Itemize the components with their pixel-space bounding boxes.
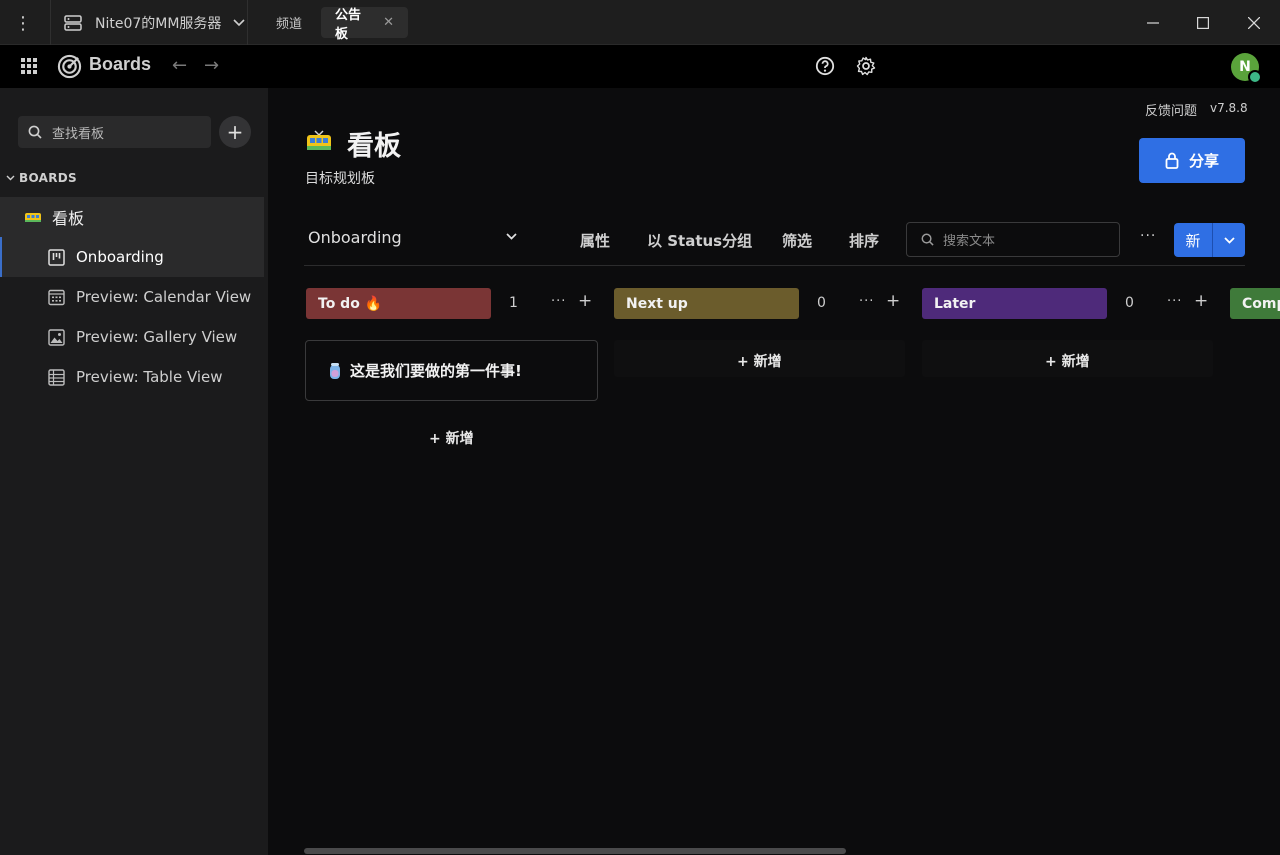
sidebar: 查找看板 + BOARDS 看板 Onboarding Preview: Cal… <box>0 88 268 855</box>
boards-heading-label: BOARDS <box>19 171 77 185</box>
column-header-later[interactable]: Later <box>922 288 1107 319</box>
column-add-icon[interactable]: + <box>578 291 592 311</box>
column-options-icon[interactable]: ··· <box>859 294 874 309</box>
column-options-icon[interactable]: ··· <box>1167 294 1182 309</box>
tab-channels[interactable]: 频道 <box>262 7 316 38</box>
avatar[interactable]: N <box>1231 53 1262 84</box>
board-view-icon <box>48 248 65 266</box>
view-label: Preview: Gallery View <box>76 328 238 346</box>
feedback-link[interactable]: 反馈问题 <box>1145 100 1197 119</box>
close-tab-icon[interactable]: ✕ <box>383 15 394 30</box>
column-options-icon[interactable]: ··· <box>551 294 566 309</box>
column-count: 0 <box>1125 295 1134 311</box>
minimize-icon <box>1147 22 1159 24</box>
sidebar-board-item[interactable]: 看板 <box>0 197 264 237</box>
new-card-button[interactable]: 新 <box>1174 223 1245 257</box>
properties-button[interactable]: 属性 <box>580 230 610 251</box>
minimize-button[interactable] <box>1138 8 1168 38</box>
chevron-down-icon[interactable] <box>1213 223 1245 257</box>
help-icon[interactable] <box>815 56 835 76</box>
calendar-icon <box>48 289 65 305</box>
board-description[interactable]: 目标规划板 <box>305 168 375 188</box>
card-title: 这是我们要做的第一件事! <box>350 362 522 380</box>
view-selector[interactable]: Onboarding <box>308 228 402 247</box>
more-options-icon[interactable]: ··· <box>1140 228 1156 244</box>
kebab-menu-icon[interactable]: ⋮ <box>10 10 36 36</box>
sidebar-view-onboarding[interactable]: Onboarding <box>0 237 264 277</box>
share-label: 分享 <box>1188 152 1219 170</box>
view-toolbar: Onboarding 属性 以 Status分组 筛选 排序 搜索文本 ··· … <box>304 216 1245 266</box>
board-title[interactable]: 看板 <box>347 124 401 163</box>
new-label: 新 <box>1174 223 1213 257</box>
title-bar: ⋮ Nite07的MM服务器 频道 公告板 ✕ <box>0 0 1280 45</box>
column-header-todo[interactable]: To do 🔥 <box>306 288 491 319</box>
view-label: Onboarding <box>76 248 164 266</box>
lock-icon <box>1165 152 1179 169</box>
column-add-icon[interactable]: + <box>886 291 900 311</box>
version-label: v7.8.8 <box>1210 101 1248 115</box>
online-status-icon <box>1248 70 1262 84</box>
server-selector[interactable]: Nite07的MM服务器 <box>50 0 248 45</box>
add-card-button[interactable]: + 新增 <box>429 428 474 448</box>
close-icon <box>1248 17 1260 29</box>
board-name: 看板 <box>52 209 85 228</box>
tab-label: 公告板 <box>335 7 362 42</box>
add-board-button[interactable]: + <box>219 116 251 148</box>
server-name: Nite07的MM服务器 <box>95 15 222 32</box>
column-label: Comp <box>1242 295 1280 312</box>
board-card[interactable]: 这是我们要做的第一件事! <box>305 340 598 401</box>
tram-emoji-icon <box>25 213 41 222</box>
gallery-icon <box>48 328 65 346</box>
tab-boards[interactable]: 公告板 ✕ <box>321 7 408 42</box>
search-text-input[interactable]: 搜索文本 <box>906 222 1120 257</box>
chevron-down-icon <box>233 18 246 26</box>
column-count: 0 <box>817 295 826 311</box>
server-icon <box>64 14 82 31</box>
column-header-completed[interactable]: Comp <box>1230 288 1280 319</box>
back-arrow-icon[interactable]: ← <box>172 55 187 76</box>
column-header-next-up[interactable]: Next up <box>614 288 799 319</box>
tram-emoji-icon[interactable] <box>306 130 332 152</box>
gear-icon[interactable] <box>856 56 876 76</box>
chevron-down-icon <box>6 175 15 181</box>
sort-button[interactable]: 排序 <box>849 230 879 251</box>
sidebar-view-table[interactable]: Preview: Table View <box>0 357 264 397</box>
search-icon <box>921 233 934 246</box>
boards-section-header[interactable]: BOARDS <box>6 171 77 185</box>
group-by-button[interactable]: 以 Status分组 <box>647 230 752 251</box>
column-label: Next up <box>626 295 688 312</box>
view-label: Preview: Table View <box>76 368 223 386</box>
sidebar-view-calendar[interactable]: Preview: Calendar View <box>0 277 264 317</box>
forward-arrow-icon[interactable]: → <box>204 55 219 76</box>
search-icon <box>28 125 42 139</box>
board-search-input[interactable]: 查找看板 <box>18 116 211 148</box>
add-card-button[interactable]: + 新增 <box>1045 351 1090 371</box>
board-main: 反馈问题 v7.8.8 看板 目标规划板 分享 Onboarding 属性 以 … <box>268 88 1280 855</box>
column-label: Later <box>934 295 976 312</box>
app-title: Boards <box>89 54 152 74</box>
sidebar-view-gallery[interactable]: Preview: Gallery View <box>0 317 264 357</box>
filter-button[interactable]: 筛选 <box>782 230 812 251</box>
column-add-icon[interactable]: + <box>1194 291 1208 311</box>
share-button[interactable]: 分享 <box>1139 138 1245 183</box>
view-label: Preview: Calendar View <box>76 288 252 306</box>
app-header: Boards ← → N <box>0 45 1280 88</box>
tab-label: 频道 <box>276 17 303 32</box>
column-count: 1 <box>509 295 518 311</box>
search-placeholder: 查找看板 <box>52 126 105 142</box>
boards-logo-icon <box>57 54 82 79</box>
table-icon <box>48 368 65 386</box>
add-card-button[interactable]: + 新增 <box>737 351 782 371</box>
maximize-icon <box>1197 17 1209 29</box>
column-label: To do 🔥 <box>318 295 383 312</box>
bubble-tea-emoji-icon <box>330 362 340 379</box>
horizontal-scrollbar[interactable] <box>304 848 846 854</box>
chevron-down-icon[interactable] <box>506 229 517 243</box>
product-menu-icon[interactable] <box>21 58 37 74</box>
close-window-button[interactable] <box>1239 8 1269 38</box>
maximize-button[interactable] <box>1188 8 1218 38</box>
search-placeholder: 搜索文本 <box>943 234 996 249</box>
